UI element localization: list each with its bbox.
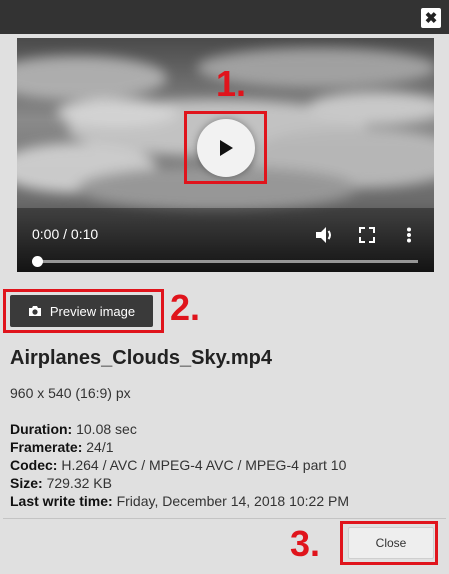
preview-image-button[interactable]: Preview image <box>10 295 153 327</box>
volume-icon[interactable] <box>315 226 335 244</box>
close-button[interactable]: Close <box>348 527 434 559</box>
video-progress-bar[interactable] <box>37 260 418 263</box>
close-icon[interactable]: ✖ <box>421 8 441 28</box>
detail-duration: Duration: 10.08 sec <box>10 421 137 437</box>
detail-size: Size: 729.32 KB <box>10 475 112 491</box>
footer-divider <box>3 518 446 519</box>
file-name: Airplanes_Clouds_Sky.mp4 <box>10 347 272 369</box>
video-progress-knob[interactable] <box>32 256 43 267</box>
detail-last-write-time: Last write time: Friday, December 14, 20… <box>10 493 350 509</box>
annotation-marker-1: 1. <box>216 63 247 104</box>
fullscreen-icon[interactable] <box>359 227 375 243</box>
preview-image-label: Preview image <box>49 303 136 319</box>
dialog-titlebar: ✖ <box>0 0 449 34</box>
file-dimensions: 960 x 540 (16:9) px <box>10 385 131 401</box>
camera-icon <box>28 306 41 316</box>
more-options-icon[interactable] <box>406 227 412 243</box>
video-time-display: 0:00 / 0:10 <box>32 226 99 242</box>
file-details: Duration: 10.08 sec Framerate: 24/1 Code… <box>10 420 349 510</box>
highlight-play-button <box>184 111 267 184</box>
detail-framerate: Framerate: 24/1 <box>10 439 114 455</box>
annotation-marker-3: 3. <box>290 523 321 564</box>
annotation-marker-2: 2. <box>170 287 201 328</box>
detail-codec: Codec: H.264 / AVC / MPEG-4 AVC / MPEG-4… <box>10 457 347 473</box>
